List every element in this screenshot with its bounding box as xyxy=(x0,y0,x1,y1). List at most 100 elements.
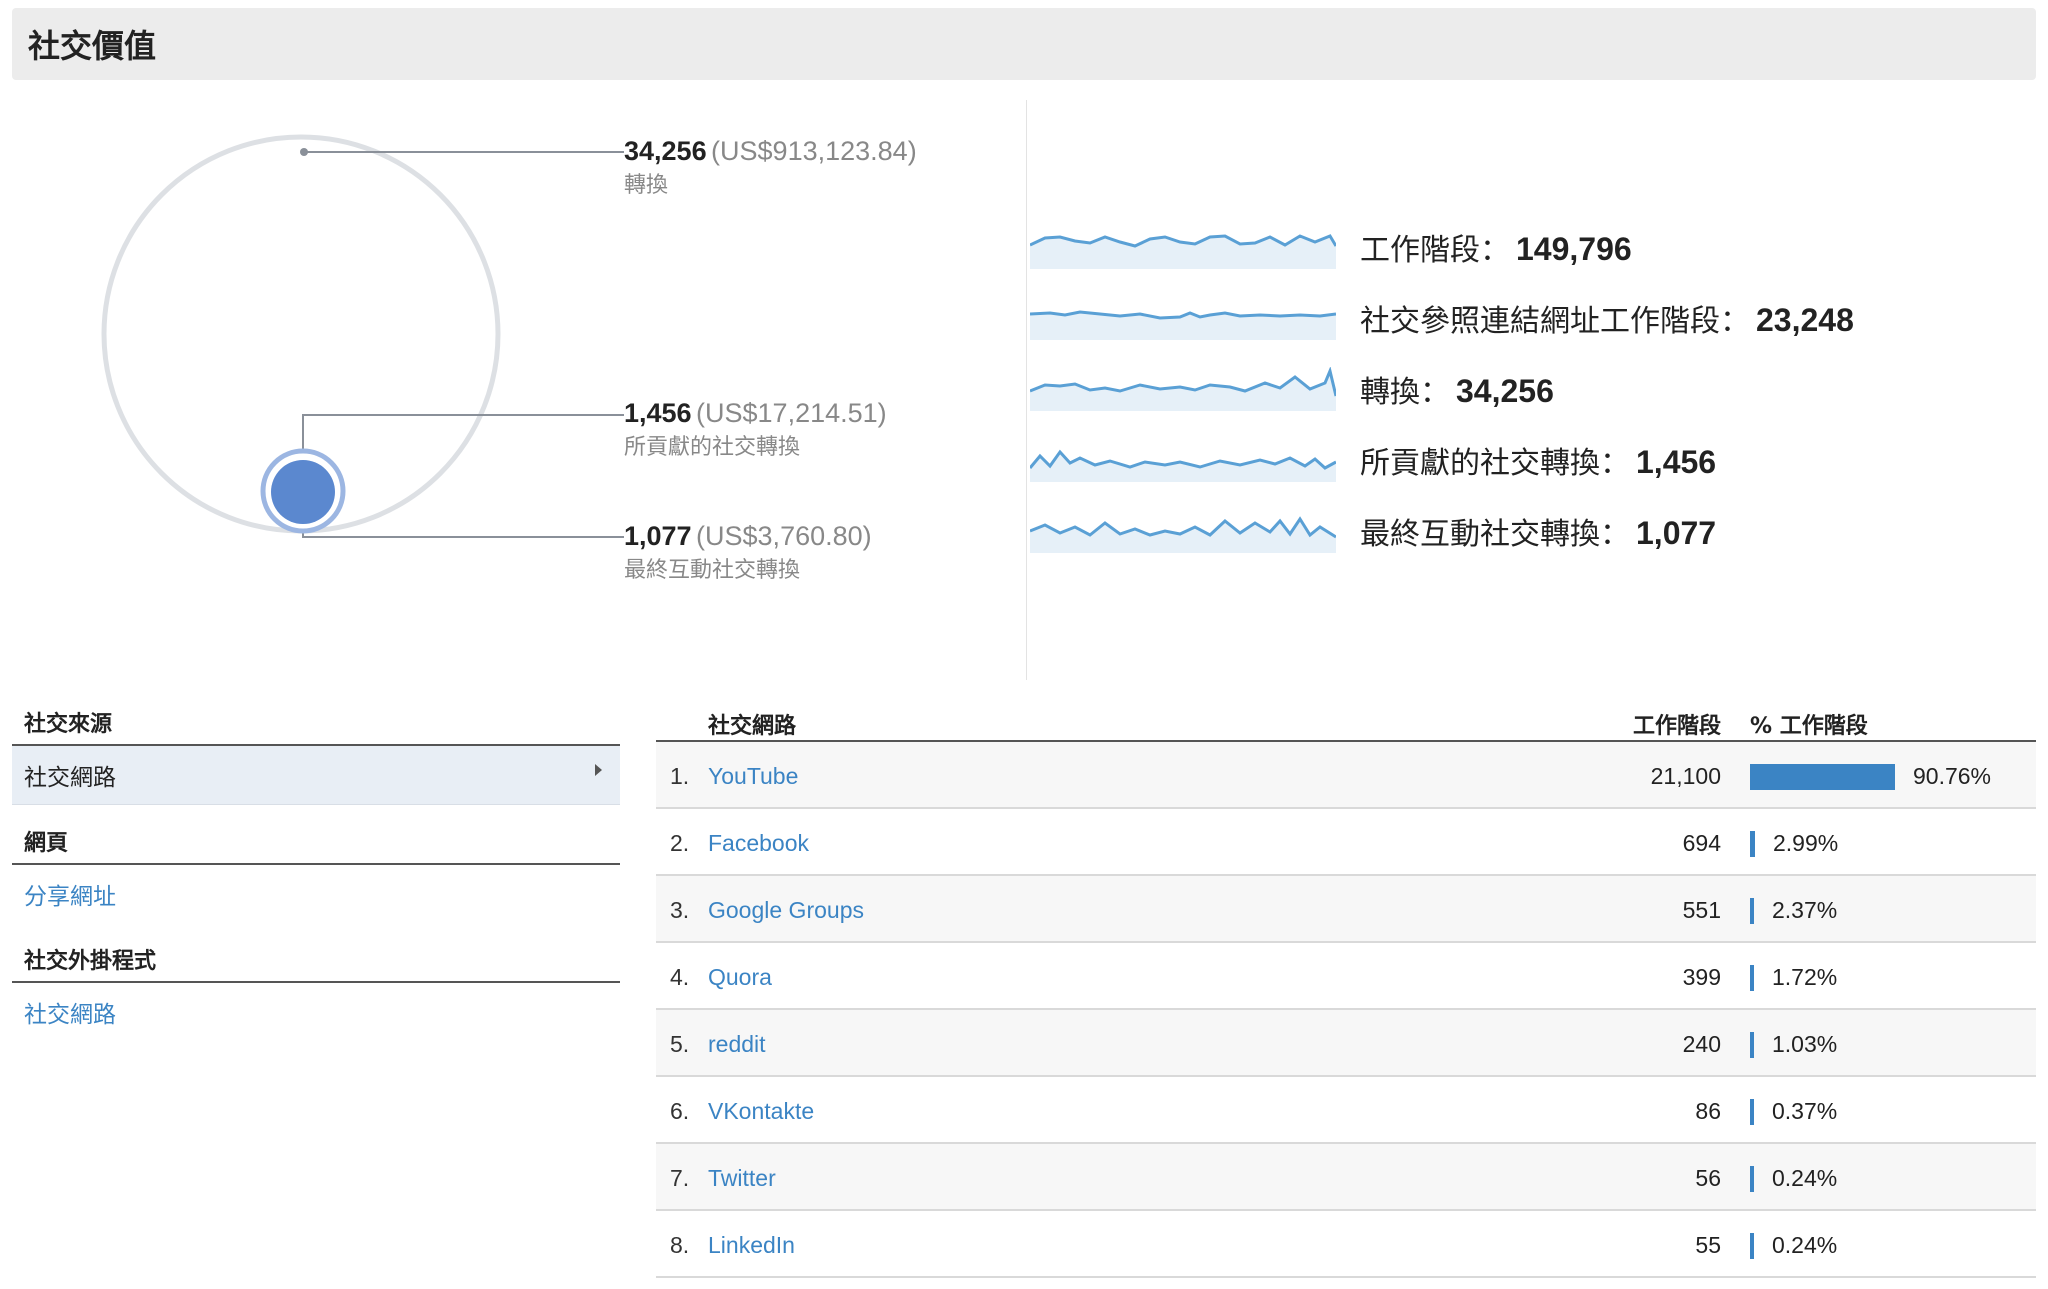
callout-number: 34,256 xyxy=(624,136,707,166)
metric-label: 工作階段： xyxy=(1360,233,1510,268)
pct-bar xyxy=(1750,764,1895,790)
pct-value: 0.24% xyxy=(1772,1165,1838,1191)
callout-number: 1,077 xyxy=(624,521,692,551)
pct-value: 0.24% xyxy=(1772,1232,1838,1258)
network-link[interactable]: LinkedIn xyxy=(708,1232,795,1259)
pct-value: 2.37% xyxy=(1772,897,1838,923)
column-header-sessions[interactable]: 工作階段 xyxy=(1633,708,1721,740)
nav-item-social-network[interactable]: 社交網路 xyxy=(12,746,620,805)
callout-label: 轉換 xyxy=(624,173,669,198)
metric-label: 社交參照連結網址工作階段： xyxy=(1360,304,1750,339)
metric-value: 149,796 xyxy=(1516,231,1632,267)
nav-group-pages: 網頁 分享網址 xyxy=(12,819,620,923)
social-nav: 社交來源 社交網路 網頁 分享網址 社交外掛程式 社交網路 xyxy=(12,700,620,1041)
sparkline xyxy=(1030,367,1336,411)
last-interaction-conversions-dot xyxy=(271,460,335,524)
callout-money: (US$913,123.84) xyxy=(711,136,917,166)
row-index: 3. xyxy=(670,897,690,923)
metric-label: 所貢獻的社交轉換： xyxy=(1360,446,1630,481)
network-link[interactable]: Quora xyxy=(708,964,772,991)
pct-bar xyxy=(1750,965,1754,991)
table-row: 1. YouTube 21,100 90.76% xyxy=(656,742,2036,809)
table-header: 社交網路 工作階段 % 工作階段 xyxy=(656,700,2036,742)
row-index: 6. xyxy=(670,1098,690,1124)
table-row: 5. reddit 240 1.03% xyxy=(656,1010,2036,1077)
section-header: 社交價值 xyxy=(12,8,2036,80)
social-network-table: 社交網路 工作階段 % 工作階段 1. YouTube 21,100 90.76% 2.… xyxy=(656,700,2036,1278)
nav-item-plugin-social-network[interactable]: 社交網路 xyxy=(12,983,620,1041)
table-row: 4. Quora 399 1.72% xyxy=(656,943,2036,1010)
table-row: 6. VKontakte 86 0.37% xyxy=(656,1077,2036,1144)
callout-number: 1,456 xyxy=(624,398,692,428)
row-index: 2. xyxy=(670,830,690,856)
sessions-value: 55 xyxy=(1695,1232,1721,1258)
sparkline xyxy=(1030,516,1336,553)
sessions-value: 240 xyxy=(1682,1031,1721,1057)
metric-value: 1,077 xyxy=(1636,515,1717,551)
assisted-conversions-callout: 1,456 (US$17,214.51) 所貢獻的社交轉換 xyxy=(624,400,887,459)
sparkline xyxy=(1030,234,1336,269)
sessions-value: 56 xyxy=(1695,1165,1721,1191)
pct-bar xyxy=(1750,1233,1754,1259)
vertical-divider xyxy=(1026,100,1027,680)
sessions-value: 399 xyxy=(1682,964,1721,990)
row-index: 8. xyxy=(670,1232,690,1258)
metric-label: 最終互動社交轉換： xyxy=(1360,517,1630,552)
sessions-value: 86 xyxy=(1695,1098,1721,1124)
pct-value: 0.37% xyxy=(1772,1098,1838,1124)
metric-row-sessions[interactable]: 工作階段： 149,796 xyxy=(1030,222,1632,272)
table-row: 7. Twitter 56 0.24% xyxy=(656,1144,2036,1211)
network-link[interactable]: Google Groups xyxy=(708,897,864,924)
pct-bar xyxy=(1750,1166,1754,1192)
metric-row-assisted-conversions[interactable]: 所貢獻的社交轉換： 1,456 xyxy=(1030,435,1716,485)
network-link[interactable]: VKontakte xyxy=(708,1098,814,1125)
table-row: 8. LinkedIn 55 0.24% xyxy=(656,1211,2036,1278)
row-index: 4. xyxy=(670,964,690,990)
assisted-leader-line xyxy=(302,414,624,495)
caret-right-icon xyxy=(595,764,602,776)
network-link[interactable]: Facebook xyxy=(708,830,809,857)
network-link[interactable]: reddit xyxy=(708,1031,766,1058)
nav-group-social-plugins: 社交外掛程式 社交網路 xyxy=(12,937,620,1041)
network-link[interactable]: YouTube xyxy=(708,763,798,790)
metric-value: 23,248 xyxy=(1756,302,1854,338)
sessions-value: 694 xyxy=(1682,830,1721,856)
metric-row-conversions[interactable]: 轉換： 34,256 xyxy=(1030,364,1554,414)
network-link[interactable]: Twitter xyxy=(708,1165,776,1192)
nav-item-shared-urls[interactable]: 分享網址 xyxy=(12,865,620,923)
pct-bar xyxy=(1750,1032,1754,1058)
pct-value: 90.76% xyxy=(1913,763,1992,789)
last-interaction-callout: 1,077 (US$3,760.80) 最終互動社交轉換 xyxy=(624,523,872,582)
metric-value: 1,456 xyxy=(1636,444,1717,480)
callout-label: 最終互動社交轉換 xyxy=(624,558,801,583)
last-interaction-leader-line xyxy=(302,530,624,538)
column-header-pct-sessions[interactable]: % 工作階段 xyxy=(1750,708,1868,740)
pct-value: 1.72% xyxy=(1772,964,1838,990)
nav-item-label: 社交網路 xyxy=(24,765,116,791)
section-title: 社交價值 xyxy=(28,27,157,65)
pct-bar xyxy=(1750,1099,1754,1125)
row-index: 1. xyxy=(670,763,690,789)
column-header-network[interactable]: 社交網路 xyxy=(708,708,796,740)
callout-money: (US$17,214.51) xyxy=(696,398,887,428)
sessions-value: 21,100 xyxy=(1650,763,1721,789)
pct-value: 1.03% xyxy=(1772,1031,1838,1057)
callout-money: (US$3,760.80) xyxy=(696,521,872,551)
table-body: 1. YouTube 21,100 90.76% 2. Facebook 694 2.99% 3… xyxy=(656,742,2036,1278)
pct-value: 2.99% xyxy=(1773,830,1839,856)
sessions-value: 551 xyxy=(1682,897,1721,923)
callout-label: 所貢獻的社交轉換 xyxy=(624,435,801,460)
table-row: 2. Facebook 694 2.99% xyxy=(656,809,2036,876)
metric-label: 轉換： xyxy=(1360,375,1450,410)
metric-row-last-interaction-conversions[interactable]: 最終互動社交轉換： 1,077 xyxy=(1030,506,1716,556)
table-row: 3. Google Groups 551 2.37% xyxy=(656,876,2036,943)
nav-group-social-sources: 社交來源 社交網路 xyxy=(12,700,620,805)
nav-heading: 社交來源 xyxy=(12,700,620,746)
pct-bar xyxy=(1750,831,1755,857)
nav-heading: 社交外掛程式 xyxy=(12,937,620,983)
row-index: 5. xyxy=(670,1031,690,1057)
row-index: 7. xyxy=(670,1165,690,1191)
nav-heading: 網頁 xyxy=(12,819,620,865)
metric-row-social-referral-sessions[interactable]: 社交參照連結網址工作階段： 23,248 xyxy=(1030,293,1854,343)
sparkline xyxy=(1030,449,1336,482)
